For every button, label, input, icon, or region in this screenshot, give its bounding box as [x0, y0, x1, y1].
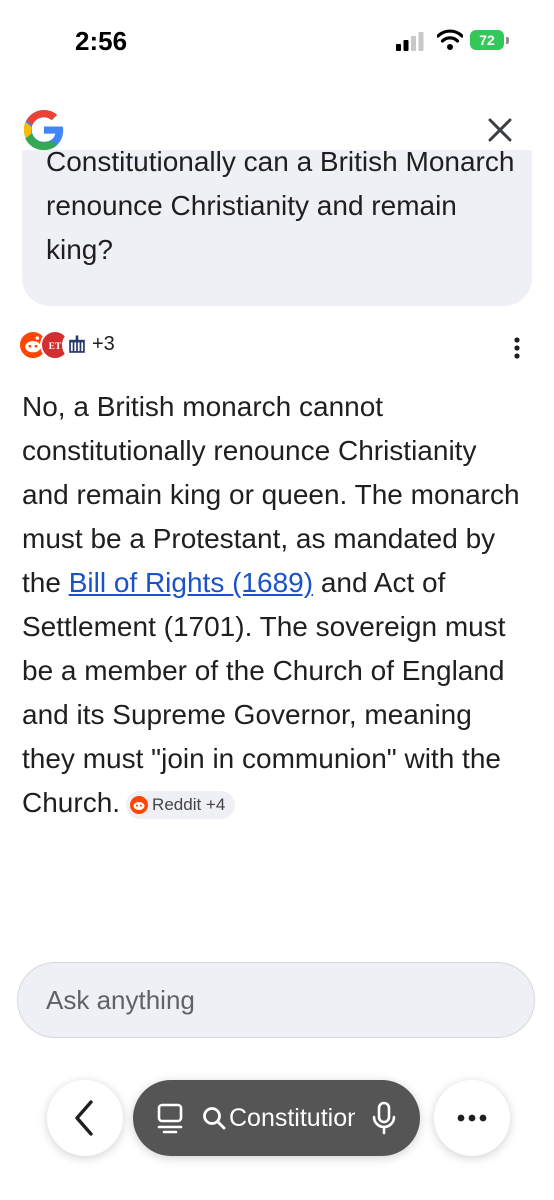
query-text: Constitutionally can a British Monarch r… [46, 150, 515, 265]
status-time: 2:56 [75, 26, 128, 56]
back-button[interactable] [47, 1080, 123, 1156]
more-vert-icon[interactable] [505, 334, 529, 362]
more-options-button[interactable] [434, 1080, 510, 1156]
lens-icon [157, 1103, 183, 1134]
search-pill[interactable]: Constitutionally can a British Monarch r… [133, 1080, 420, 1156]
ask-input[interactable] [17, 962, 535, 1038]
parliament-icon [62, 330, 92, 360]
svg-text:ET: ET [49, 342, 62, 352]
sources-count[interactable]: +3 [92, 333, 115, 356]
search-pill-text[interactable]: Constitutionally can a British Monarch r… [229, 1100, 355, 1136]
chevron-left-icon [75, 1100, 93, 1136]
google-logo-icon [24, 110, 64, 150]
search-icon [203, 1107, 226, 1130]
cellular-signal-icon [396, 32, 424, 51]
bill-of-rights-link[interactable]: Bill of Rights (1689) [69, 567, 313, 598]
mic-icon[interactable] [371, 1100, 397, 1136]
answer-text-2: and Act of Settlement (1701). The sovere… [22, 567, 506, 818]
source-icons[interactable]: ET [18, 330, 98, 362]
wifi-icon [437, 29, 463, 50]
query-bubble: Constitutionally can a British Monarch r… [22, 150, 532, 306]
reddit-icon [130, 796, 149, 815]
more-horiz-icon [457, 1114, 487, 1122]
battery-indicator: 72 [470, 30, 510, 52]
source-chip[interactable]: Reddit +4 [126, 790, 236, 819]
close-button[interactable] [480, 110, 520, 150]
battery-level: 72 [470, 30, 504, 50]
battery-cap [506, 37, 509, 44]
ai-answer: No, a British monarch cannot constitutio… [22, 385, 522, 825]
source-chip-label: Reddit +4 [152, 794, 226, 814]
